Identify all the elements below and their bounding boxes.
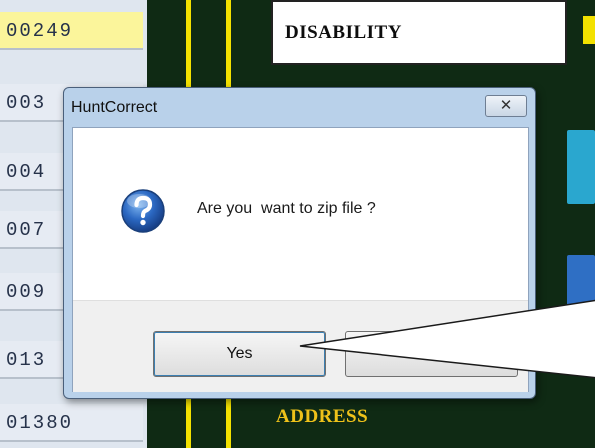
address-label: ADDRESS [276, 406, 369, 427]
side-block-blue [567, 255, 595, 317]
yellow-tab [583, 16, 595, 44]
dialog-body: Are you want to zip file ? Yes No [72, 127, 529, 392]
no-button[interactable]: No [345, 331, 518, 377]
dialog-message: Are you want to zip file ? [197, 200, 376, 217]
side-block-cyan [567, 130, 595, 204]
dialog-titlebar[interactable]: HuntCorrect ✕ [64, 88, 535, 132]
close-icon: ✕ [499, 97, 513, 114]
card-title: DISABILITY [285, 22, 402, 43]
disability-card[interactable]: DISABILITY [271, 0, 567, 65]
question-icon [121, 189, 165, 233]
record-item[interactable]: 00249 [0, 12, 143, 50]
record-item[interactable]: 01380 [0, 404, 143, 442]
close-button[interactable]: ✕ [485, 95, 527, 117]
yes-button[interactable]: Yes [153, 331, 326, 377]
button-bar: Yes No [73, 300, 528, 392]
confirm-dialog: HuntCorrect ✕ Are you want to zip file ?… [63, 87, 536, 399]
message-area: Are you want to zip file ? [73, 128, 528, 300]
dialog-title: HuntCorrect [71, 99, 158, 116]
